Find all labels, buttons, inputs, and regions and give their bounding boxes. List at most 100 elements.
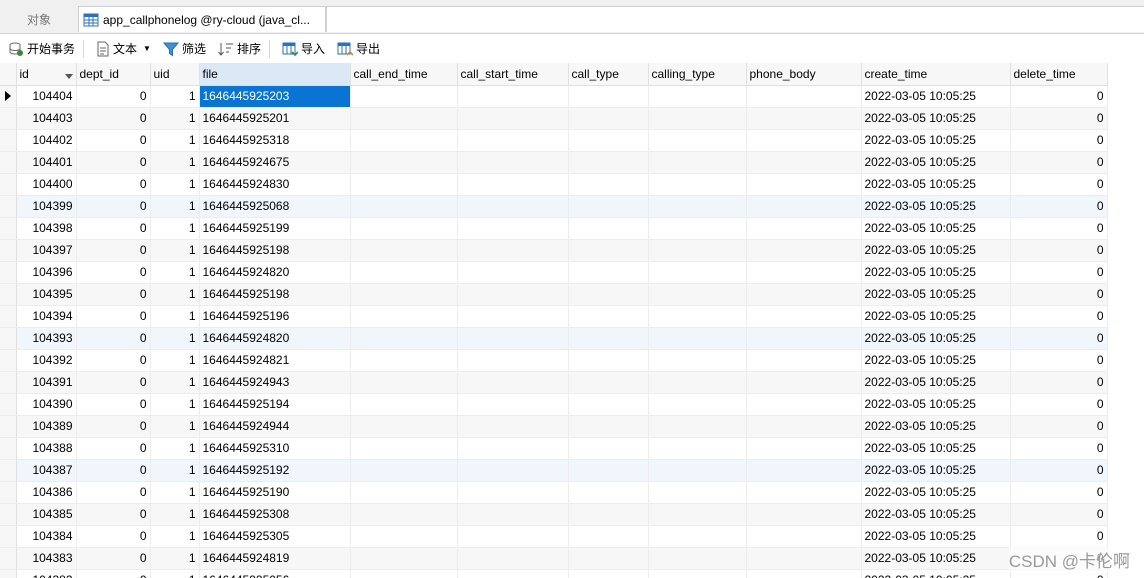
table-cell-create-time[interactable]: 2022-03-05 10:05:25: [861, 305, 1011, 328]
table-cell-delete-time[interactable]: 0: [1010, 437, 1108, 460]
table-cell-id[interactable]: 104398: [16, 217, 77, 240]
import-button[interactable]: 导入: [278, 38, 329, 60]
table-cell-dept-id[interactable]: 0: [76, 129, 151, 152]
table-row[interactable]: 104392 0 1 1646445924821 2022-03-05 10:05:25…: [0, 349, 1108, 372]
column-header-dept-id[interactable]: dept_id: [76, 63, 151, 86]
table-cell-call-end-time[interactable]: [350, 481, 458, 504]
table-cell-dept-id[interactable]: 0: [76, 173, 151, 196]
table-cell-delete-time[interactable]: 0: [1010, 459, 1108, 482]
table-row[interactable]: 104384 0 1 1646445925305 2022-03-05 10:05:25…: [0, 525, 1108, 548]
table-cell-uid[interactable]: 1: [150, 239, 200, 262]
table-cell-call-start-time[interactable]: [457, 459, 569, 482]
table-cell-delete-time[interactable]: 0: [1010, 305, 1108, 328]
table-cell-id[interactable]: 104400: [16, 173, 77, 196]
table-cell-create-time[interactable]: 2022-03-05 10:05:25: [861, 85, 1011, 108]
table-cell-calling-type[interactable]: [648, 459, 747, 482]
table-cell-call-start-time[interactable]: [457, 107, 569, 130]
text-button[interactable]: 文本 ▼: [92, 38, 155, 60]
table-cell-create-time[interactable]: 2022-03-05 10:05:25: [861, 151, 1011, 174]
table-cell-create-time[interactable]: 2022-03-05 10:05:25: [861, 283, 1011, 306]
table-cell-call-type[interactable]: [568, 459, 649, 482]
table-row[interactable]: 104400 0 1 1646445924830 2022-03-05 10:05:25…: [0, 173, 1108, 196]
table-cell-uid[interactable]: 1: [150, 327, 200, 350]
table-cell-file[interactable]: 1646445925192: [199, 459, 351, 482]
table-cell-dept-id[interactable]: 0: [76, 151, 151, 174]
table-cell-call-start-time[interactable]: [457, 569, 569, 578]
tab-table[interactable]: app_callphonelog @ry-cloud (java_cl...: [78, 6, 326, 32]
table-cell-create-time[interactable]: 2022-03-05 10:05:25: [861, 503, 1011, 526]
table-cell-call-type[interactable]: [568, 503, 649, 526]
table-cell-dept-id[interactable]: 0: [76, 481, 151, 504]
table-cell-file[interactable]: 1646445924821: [199, 349, 351, 372]
table-cell-phone-body[interactable]: [746, 151, 862, 174]
table-row[interactable]: 104387 0 1 1646445925192 2022-03-05 10:05:25…: [0, 459, 1108, 482]
table-cell-delete-time[interactable]: 0: [1010, 173, 1108, 196]
table-cell-calling-type[interactable]: [648, 85, 747, 108]
column-header-delete-time[interactable]: delete_time: [1010, 63, 1108, 86]
table-row[interactable]: 104396 0 1 1646445924820 2022-03-05 10:05:25…: [0, 261, 1108, 284]
table-cell-phone-body[interactable]: [746, 173, 862, 196]
table-cell-phone-body[interactable]: [746, 239, 862, 262]
table-cell-create-time[interactable]: 2022-03-05 10:05:25: [861, 239, 1011, 262]
table-cell-uid[interactable]: 1: [150, 349, 200, 372]
table-cell-call-end-time[interactable]: [350, 151, 458, 174]
table-cell-call-start-time[interactable]: [457, 305, 569, 328]
table-cell-dept-id[interactable]: 0: [76, 261, 151, 284]
table-row[interactable]: 104403 0 1 1646445925201 2022-03-05 10:05:25…: [0, 107, 1108, 130]
table-cell-delete-time[interactable]: 0: [1010, 327, 1108, 350]
table-cell-uid[interactable]: 1: [150, 569, 200, 578]
table-cell-create-time[interactable]: 2022-03-05 10:05:25: [861, 415, 1011, 438]
table-cell-dept-id[interactable]: 0: [76, 503, 151, 526]
table-cell-dept-id[interactable]: 0: [76, 283, 151, 306]
table-cell-create-time[interactable]: 2022-03-05 10:05:25: [861, 107, 1011, 130]
table-cell-id[interactable]: 104390: [16, 393, 77, 416]
table-cell-phone-body[interactable]: [746, 371, 862, 394]
table-cell-phone-body[interactable]: [746, 327, 862, 350]
table-cell-calling-type[interactable]: [648, 261, 747, 284]
table-cell-phone-body[interactable]: [746, 305, 862, 328]
table-cell-call-start-time[interactable]: [457, 195, 569, 218]
table-cell-phone-body[interactable]: [746, 107, 862, 130]
table-cell-dept-id[interactable]: 0: [76, 393, 151, 416]
table-cell-calling-type[interactable]: [648, 327, 747, 350]
table-cell-call-type[interactable]: [568, 569, 649, 578]
table-cell-file[interactable]: 1646445924830: [199, 173, 351, 196]
table-cell-delete-time[interactable]: 0: [1010, 239, 1108, 262]
table-cell-id[interactable]: 104386: [16, 481, 77, 504]
table-cell-delete-time[interactable]: 0: [1010, 151, 1108, 174]
table-cell-delete-time[interactable]: 0: [1010, 129, 1108, 152]
table-cell-call-end-time[interactable]: [350, 283, 458, 306]
table-cell-id[interactable]: 104396: [16, 261, 77, 284]
table-cell-call-type[interactable]: [568, 393, 649, 416]
table-cell-call-end-time[interactable]: [350, 217, 458, 240]
row-header[interactable]: [0, 305, 17, 328]
table-cell-file[interactable]: 1646445925198: [199, 283, 351, 306]
table-cell-dept-id[interactable]: 0: [76, 195, 151, 218]
table-cell-call-type[interactable]: [568, 437, 649, 460]
table-cell-call-type[interactable]: [568, 547, 649, 570]
column-header-phone-body[interactable]: phone_body: [746, 63, 862, 86]
table-cell-file[interactable]: 1646445925305: [199, 525, 351, 548]
export-button[interactable]: 导出: [333, 38, 384, 60]
table-cell-file[interactable]: 1646445925318: [199, 129, 351, 152]
table-cell-create-time[interactable]: 2022-03-05 10:05:25: [861, 525, 1011, 548]
row-header[interactable]: [0, 173, 17, 196]
table-cell-id[interactable]: 104383: [16, 547, 77, 570]
table-cell-calling-type[interactable]: [648, 525, 747, 548]
table-cell-file[interactable]: 1646445925201: [199, 107, 351, 130]
table-cell-phone-body[interactable]: [746, 129, 862, 152]
table-cell-phone-body[interactable]: [746, 569, 862, 578]
table-cell-uid[interactable]: 1: [150, 525, 200, 548]
table-cell-file[interactable]: 1646445924820: [199, 261, 351, 284]
table-cell-dept-id[interactable]: 0: [76, 239, 151, 262]
row-header[interactable]: [0, 481, 17, 504]
column-header-uid[interactable]: uid: [150, 63, 200, 86]
table-cell-call-type[interactable]: [568, 305, 649, 328]
table-cell-uid[interactable]: 1: [150, 217, 200, 240]
table-row[interactable]: 104398 0 1 1646445925199 2022-03-05 10:05:25…: [0, 217, 1108, 240]
table-cell-call-end-time[interactable]: [350, 107, 458, 130]
table-cell-uid[interactable]: 1: [150, 459, 200, 482]
table-cell-create-time[interactable]: 2022-03-05 10:05:25: [861, 217, 1011, 240]
table-row[interactable]: 104382011646445925056 2022-03-05 10:05:25…: [0, 569, 1108, 578]
table-cell-phone-body[interactable]: [746, 525, 862, 548]
